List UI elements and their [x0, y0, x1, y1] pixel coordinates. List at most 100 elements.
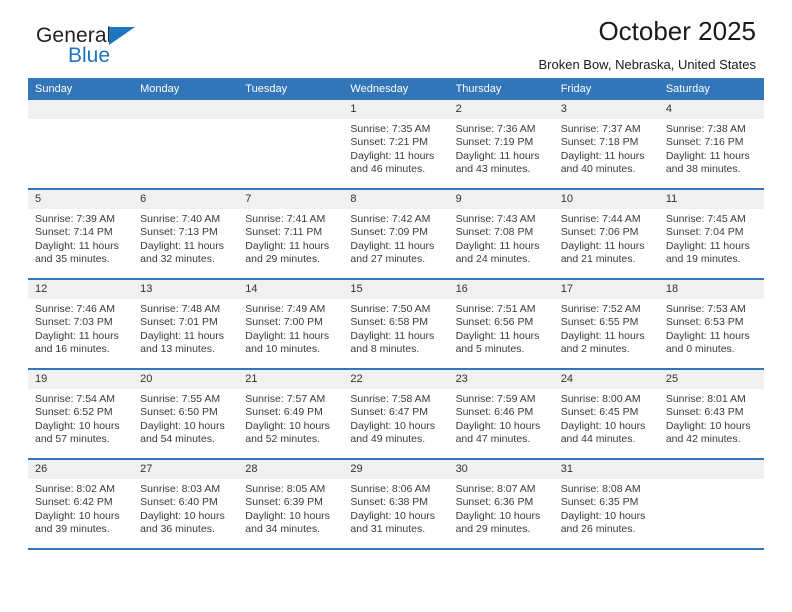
day-sun-info: Sunrise: 7:59 AM Sunset: 6:46 PM Daylight:… [449, 389, 554, 447]
calendar-day-cell[interactable]: 3 Sunrise: 7:37 AM Sunset: 7:18 PM Daylight… [553, 100, 659, 190]
daylight-text-line1: Daylight: 10 hours [245, 509, 330, 522]
calendar-week-row: 19 Sunrise: 7:54 AM Sunset: 6:52 PM Dayligh… [28, 369, 764, 460]
sunset-text: Sunset: 6:36 PM [455, 496, 534, 509]
day-cell-inner: 14 Sunrise: 7:49 AM Sunset: 7:00 PM Dayligh… [238, 280, 344, 368]
day-number: 27 [133, 460, 239, 479]
day-cell-inner: 4 Sunrise: 7:38 AM Sunset: 7:16 PM Daylight… [658, 100, 764, 188]
day-cell-inner: 8 Sunrise: 7:42 AM Sunset: 7:09 PM Daylight… [343, 190, 449, 278]
calendar-day-cell[interactable]: 8 Sunrise: 7:42 AM Sunset: 7:09 PM Daylight… [343, 189, 449, 280]
day-sun-info: Sunrise: 7:55 AM Sunset: 6:50 PM Daylight:… [133, 389, 238, 447]
day-cell-inner: 5 Sunrise: 7:39 AM Sunset: 7:14 PM Daylight… [28, 190, 134, 278]
day-cell-inner: 30 Sunrise: 8:07 AM Sunset: 6:36 PM Dayligh… [448, 460, 554, 548]
daylight-text-line2: and 38 minutes. [665, 163, 741, 176]
day-number: 2 [448, 100, 554, 119]
sunset-text: Sunset: 6:38 PM [350, 496, 429, 509]
day-number [133, 100, 239, 119]
calendar-day-cell[interactable]: 21 Sunrise: 7:57 AM Sunset: 6:49 PM Dayligh… [238, 369, 344, 460]
calendar-day-cell[interactable]: 11 Sunrise: 7:45 AM Sunset: 7:04 PM Dayligh… [658, 189, 764, 280]
calendar-day-cell[interactable]: 5 Sunrise: 7:39 AM Sunset: 7:14 PM Daylight… [28, 189, 134, 280]
calendar-day-cell[interactable]: 15 Sunrise: 7:50 AM Sunset: 6:58 PM Dayligh… [343, 279, 449, 370]
general-blue-logo[interactable]: General Blue [36, 24, 226, 74]
daylight-text-line1: Daylight: 11 hours [245, 329, 330, 342]
calendar-day-cell[interactable]: 22 Sunrise: 7:58 AM Sunset: 6:47 PM Dayligh… [343, 369, 449, 460]
sunset-text: Sunset: 6:42 PM [35, 496, 113, 509]
calendar-day-cell[interactable]: 17 Sunrise: 7:52 AM Sunset: 6:55 PM Dayligh… [553, 279, 659, 370]
calendar-week-row: 26 Sunrise: 8:02 AM Sunset: 6:42 PM Dayligh… [28, 459, 764, 550]
calendar-day-cell[interactable]: 6 Sunrise: 7:40 AM Sunset: 7:13 PM Daylight… [133, 189, 239, 280]
daylight-text-line1: Daylight: 11 hours [665, 149, 750, 162]
weekday-header-tuesday: Tuesday [238, 78, 344, 100]
day-cell-inner [28, 100, 134, 188]
calendar-day-cell[interactable]: 1 Sunrise: 7:35 AM Sunset: 7:21 PM Daylight… [343, 100, 449, 190]
weekday-header-saturday: Saturday [658, 78, 764, 100]
day-sun-info: Sunrise: 7:39 AM Sunset: 7:14 PM Daylight:… [28, 209, 133, 267]
sunset-text: Sunset: 6:53 PM [665, 316, 744, 329]
weekday-header-monday: Monday [133, 78, 239, 100]
day-cell-inner: 10 Sunrise: 7:44 AM Sunset: 7:06 PM Dayligh… [553, 190, 659, 278]
daylight-text-line1: Daylight: 10 hours [455, 419, 541, 432]
daylight-text-line2: and 29 minutes. [245, 253, 320, 266]
calendar-day-cell [133, 100, 239, 190]
day-number: 12 [28, 280, 134, 299]
calendar-day-cell[interactable]: 4 Sunrise: 7:38 AM Sunset: 7:16 PM Daylight… [658, 100, 764, 190]
daylight-text-line2: and 46 minutes. [350, 163, 426, 176]
calendar-day-cell[interactable]: 26 Sunrise: 8:02 AM Sunset: 6:42 PM Dayligh… [28, 459, 134, 550]
sunset-text: Sunset: 6:47 PM [350, 406, 429, 419]
daylight-text-line2: and 57 minutes. [35, 433, 110, 446]
day-sun-info: Sunrise: 7:46 AM Sunset: 7:03 PM Daylight:… [28, 299, 133, 357]
daylight-text-line1: Daylight: 10 hours [140, 509, 225, 522]
sunrise-text: Sunrise: 7:52 AM [560, 303, 641, 315]
day-number: 14 [238, 280, 344, 299]
calendar-day-cell[interactable]: 14 Sunrise: 7:49 AM Sunset: 7:00 PM Dayligh… [238, 279, 344, 370]
daylight-text-line2: and 8 minutes. [350, 343, 420, 356]
day-cell-inner: 29 Sunrise: 8:06 AM Sunset: 6:38 PM Dayligh… [343, 460, 449, 548]
day-cell-inner: 11 Sunrise: 7:45 AM Sunset: 7:04 PM Dayligh… [658, 190, 764, 278]
sunset-text: Sunset: 7:11 PM [245, 226, 323, 239]
calendar-day-cell[interactable]: 18 Sunrise: 7:53 AM Sunset: 6:53 PM Dayligh… [658, 279, 764, 370]
calendar-day-cell[interactable]: 29 Sunrise: 8:06 AM Sunset: 6:38 PM Dayligh… [343, 459, 449, 550]
calendar-day-cell[interactable]: 9 Sunrise: 7:43 AM Sunset: 7:08 PM Daylight… [448, 189, 554, 280]
calendar-day-cell[interactable]: 2 Sunrise: 7:36 AM Sunset: 7:19 PM Daylight… [448, 100, 554, 190]
page-subtitle: Broken Bow, Nebraska, United States [538, 57, 756, 73]
calendar-day-cell[interactable]: 23 Sunrise: 7:59 AM Sunset: 6:46 PM Dayligh… [448, 369, 554, 460]
page-title: October 2025 [598, 16, 756, 46]
day-cell-inner: 24 Sunrise: 8:00 AM Sunset: 6:45 PM Dayligh… [553, 370, 659, 458]
day-number: 5 [28, 190, 134, 209]
calendar-day-cell[interactable]: 25 Sunrise: 8:01 AM Sunset: 6:43 PM Dayligh… [658, 369, 764, 460]
day-sun-info: Sunrise: 8:02 AM Sunset: 6:42 PM Daylight:… [28, 479, 133, 537]
sunrise-text: Sunrise: 8:05 AM [245, 483, 326, 495]
sunrise-text: Sunrise: 8:08 AM [560, 483, 641, 495]
calendar-page: General Blue October 2025 Broken Bow, Ne… [0, 0, 792, 612]
calendar-day-cell[interactable]: 10 Sunrise: 7:44 AM Sunset: 7:06 PM Dayligh… [553, 189, 659, 280]
calendar-day-cell[interactable]: 30 Sunrise: 8:07 AM Sunset: 6:36 PM Dayligh… [448, 459, 554, 550]
daylight-text-line1: Daylight: 11 hours [35, 329, 119, 342]
calendar-day-cell[interactable]: 7 Sunrise: 7:41 AM Sunset: 7:11 PM Daylight… [238, 189, 344, 280]
day-number: 18 [658, 280, 764, 299]
calendar-day-cell[interactable]: 31 Sunrise: 8:08 AM Sunset: 6:35 PM Dayligh… [553, 459, 659, 550]
day-sun-info: Sunrise: 7:38 AM Sunset: 7:16 PM Daylight:… [659, 119, 764, 177]
daylight-text-line2: and 21 minutes. [560, 253, 636, 266]
calendar-day-cell[interactable]: 16 Sunrise: 7:51 AM Sunset: 6:56 PM Dayligh… [448, 279, 554, 370]
day-cell-inner: 22 Sunrise: 7:58 AM Sunset: 6:47 PM Dayligh… [343, 370, 449, 458]
day-cell-inner: 21 Sunrise: 7:57 AM Sunset: 6:49 PM Dayligh… [238, 370, 344, 458]
daylight-text-line2: and 2 minutes. [560, 343, 630, 356]
calendar-day-cell[interactable]: 13 Sunrise: 7:48 AM Sunset: 7:01 PM Dayligh… [133, 279, 239, 370]
daylight-text-line1: Daylight: 11 hours [350, 239, 435, 252]
calendar-day-cell[interactable]: 24 Sunrise: 8:00 AM Sunset: 6:45 PM Dayligh… [553, 369, 659, 460]
calendar-day-cell[interactable]: 20 Sunrise: 7:55 AM Sunset: 6:50 PM Dayligh… [133, 369, 239, 460]
calendar-day-cell[interactable]: 19 Sunrise: 7:54 AM Sunset: 6:52 PM Dayligh… [28, 369, 134, 460]
calendar-day-cell[interactable]: 12 Sunrise: 7:46 AM Sunset: 7:03 PM Dayligh… [28, 279, 134, 370]
calendar-day-cell[interactable]: 28 Sunrise: 8:05 AM Sunset: 6:39 PM Dayligh… [238, 459, 344, 550]
sunset-text: Sunset: 7:13 PM [140, 226, 218, 239]
day-cell-inner: 25 Sunrise: 8:01 AM Sunset: 6:43 PM Dayligh… [658, 370, 764, 458]
calendar-day-cell[interactable]: 27 Sunrise: 8:03 AM Sunset: 6:40 PM Dayligh… [133, 459, 239, 550]
day-number: 9 [448, 190, 554, 209]
sunset-text: Sunset: 6:58 PM [350, 316, 429, 329]
day-sun-info: Sunrise: 7:36 AM Sunset: 7:19 PM Daylight:… [449, 119, 554, 177]
day-cell-inner: 19 Sunrise: 7:54 AM Sunset: 6:52 PM Dayligh… [28, 370, 134, 458]
weekday-header-row: Sunday Monday Tuesday Wednesday Thursday… [28, 78, 764, 100]
sunrise-text: Sunrise: 7:39 AM [35, 213, 115, 225]
sunrise-text: Sunrise: 8:07 AM [455, 483, 536, 495]
calendar-table: Sunday Monday Tuesday Wednesday Thursday… [28, 78, 764, 550]
daylight-text-line1: Daylight: 11 hours [35, 239, 119, 252]
